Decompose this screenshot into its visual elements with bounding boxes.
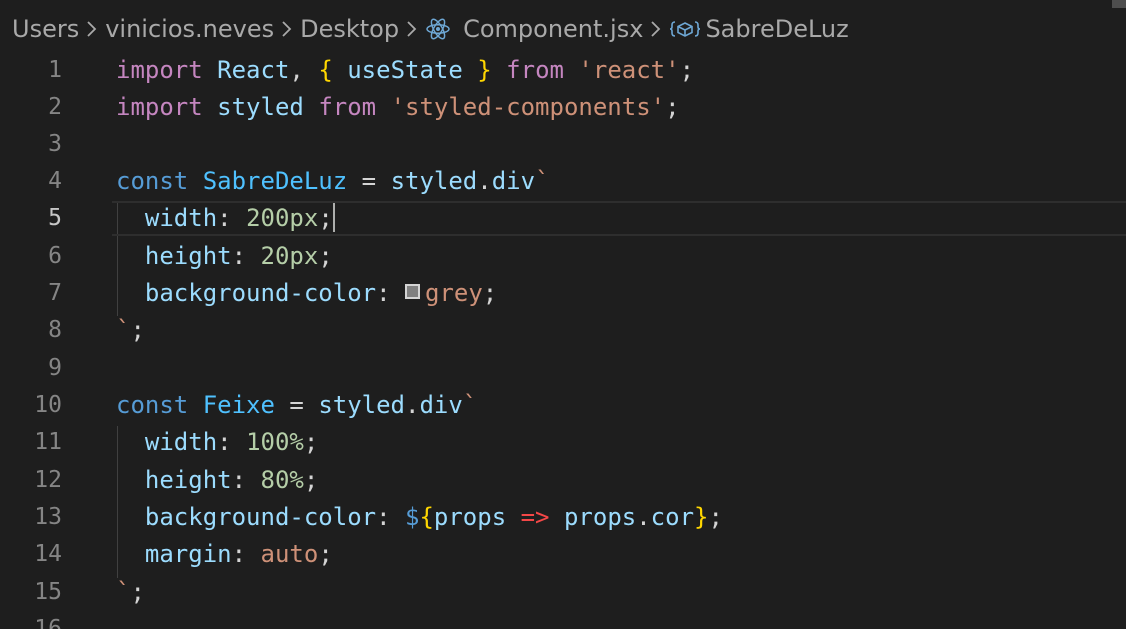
code-line[interactable]: 10 const Feixe = styled.div`: [0, 387, 1126, 424]
line-number: 1: [48, 57, 62, 83]
code-line[interactable]: 16: [0, 611, 1126, 629]
breadcrumb-item-user[interactable]: vinicios.neves: [105, 15, 274, 43]
code-line[interactable]: 1 import React, { useState } from 'react…: [0, 52, 1126, 89]
line-number: 15: [34, 579, 62, 605]
line-number: 8: [48, 317, 62, 343]
code-text: height: 80%;: [144, 466, 319, 494]
line-number: 7: [48, 280, 62, 306]
line-number: 16: [34, 616, 62, 629]
line-number: 11: [34, 429, 62, 455]
line-number: 2: [48, 94, 62, 120]
react-icon: [425, 17, 451, 41]
chevron-right-icon: [280, 19, 294, 39]
line-number: 13: [34, 504, 62, 530]
editor-body[interactable]: 1 import React, { useState } from 'react…: [0, 52, 1126, 629]
chevron-right-icon: [649, 19, 663, 39]
code-line[interactable]: 4 const SabreDeLuz = styled.div`: [0, 163, 1126, 200]
code-text: margin: auto;: [144, 540, 333, 568]
code-text: width: 100%;: [144, 428, 319, 456]
code-line[interactable]: 15 `;: [0, 574, 1126, 611]
code-text: `;: [116, 578, 145, 606]
code-text: const SabreDeLuz = styled.div`: [116, 167, 550, 195]
code-line[interactable]: 12 height: 80%;: [0, 462, 1126, 499]
line-number: 10: [34, 392, 62, 418]
line-number: 6: [48, 243, 62, 269]
line-number: 3: [48, 131, 62, 157]
code-line[interactable]: 2 import styled from 'styled-components'…: [0, 89, 1126, 126]
breadcrumb-item-users[interactable]: Users: [12, 15, 79, 43]
chevron-right-icon: [405, 19, 419, 39]
text-cursor: [332, 202, 335, 232]
code-line[interactable]: 3: [0, 126, 1126, 163]
scrollbar-thumb[interactable]: [1112, 0, 1126, 8]
line-number: 4: [48, 168, 62, 194]
code-text: width: 200px;: [144, 202, 335, 232]
symbol-struct-icon: [669, 18, 701, 40]
code-line[interactable]: 8 `;: [0, 312, 1126, 349]
code-text: background-color: grey;: [144, 279, 498, 307]
code-text: background-color: ${props => props.cor};: [144, 503, 723, 531]
code-text: `;: [116, 316, 145, 344]
code-editor-window: Users vinicios.neves Desktop Component.j…: [0, 0, 1126, 629]
breadcrumb-item-file[interactable]: Component.jsx: [463, 15, 643, 43]
breadcrumb-item-symbol[interactable]: SabreDeLuz: [705, 15, 848, 43]
line-number: 12: [34, 467, 62, 493]
color-swatch[interactable]: [405, 283, 420, 299]
code-line-active[interactable]: 5 width: 200px;: [0, 200, 1126, 237]
chevron-right-icon: [85, 19, 99, 39]
code-line[interactable]: 13 background-color: ${props => props.co…: [0, 499, 1126, 536]
code-line[interactable]: 9: [0, 350, 1126, 387]
line-number: 5: [48, 205, 62, 231]
line-number: 14: [34, 541, 62, 567]
code-line[interactable]: 6 height: 20px;: [0, 238, 1126, 275]
code-text: const Feixe = styled.div`: [116, 391, 478, 419]
code-line[interactable]: 7 background-color: grey;: [0, 275, 1126, 312]
code-text: import styled from 'styled-components';: [116, 93, 680, 121]
line-number: 9: [48, 355, 62, 381]
code-text: height: 20px;: [144, 242, 333, 270]
breadcrumb-item-desktop[interactable]: Desktop: [300, 15, 399, 43]
code-line[interactable]: 11 width: 100%;: [0, 424, 1126, 461]
code-text: import React, { useState } from 'react';: [116, 56, 695, 84]
code-line[interactable]: 14 margin: auto;: [0, 536, 1126, 573]
breadcrumb: Users vinicios.neves Desktop Component.j…: [0, 0, 1126, 58]
